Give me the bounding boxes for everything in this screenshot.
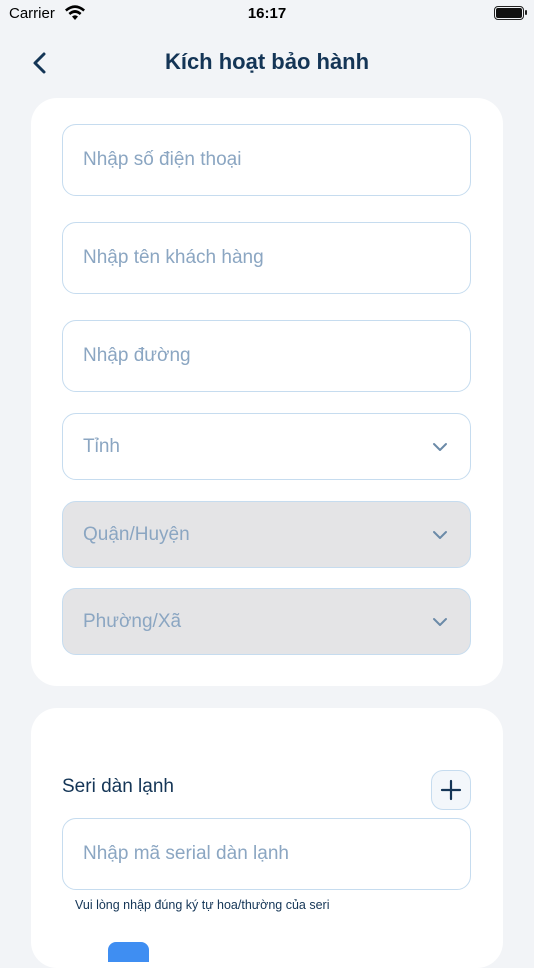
navigation-bar: Kích hoạt bảo hành (0, 40, 534, 84)
phone-input-placeholder: Nhập số điện thoại (83, 149, 242, 170)
customer-name-input[interactable]: Nhập tên khách hàng (62, 222, 471, 294)
ward-select-value: Phường/Xã (83, 610, 182, 632)
province-select[interactable]: Tỉnh (62, 413, 471, 480)
serial-card: Seri dàn lạnh Nhập mã serial dàn lạnh Vu… (31, 708, 503, 968)
chevron-down-icon (433, 617, 447, 626)
plus-icon (440, 779, 462, 801)
phone-input[interactable]: Nhập số điện thoại (62, 124, 471, 196)
status-time: 16:17 (247, 5, 287, 22)
status-bar: Carrier 16:17 (0, 0, 534, 28)
street-input[interactable]: Nhập đường (62, 320, 471, 392)
battery-icon (494, 6, 527, 20)
serial-input[interactable]: Nhập mã serial dàn lạnh (62, 818, 471, 890)
customer-name-input-placeholder: Nhập tên khách hàng (83, 247, 264, 268)
street-input-placeholder: Nhập đường (83, 345, 191, 366)
province-select-value: Tỉnh (83, 435, 120, 457)
add-serial-button[interactable] (431, 770, 471, 810)
district-select[interactable]: Quận/Huyện (62, 501, 471, 568)
district-select-value: Quận/Huyện (83, 523, 190, 545)
serial-hint: Vui lòng nhập đúng ký tự hoa/thường của … (75, 898, 330, 912)
chevron-down-icon (433, 530, 447, 539)
serial-label: Seri dàn lạnh (62, 776, 174, 797)
chevron-down-icon (433, 442, 447, 451)
partial-button[interactable] (108, 942, 149, 962)
customer-info-card: Nhập số điện thoại Nhập tên khách hàng N… (31, 98, 503, 686)
ward-select[interactable]: Phường/Xã (62, 588, 471, 655)
serial-input-placeholder: Nhập mã serial dàn lạnh (83, 843, 289, 864)
page-title: Kích hoạt bảo hành (164, 49, 370, 74)
